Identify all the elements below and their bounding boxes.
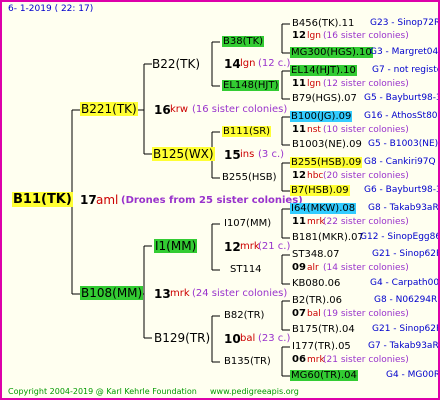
gen5-bottom-id: B175(TR).04 <box>292 324 355 335</box>
gen3-code: mrk <box>240 241 260 252</box>
gen5-bottom-origin: G6 - Bayburt98-3 <box>364 185 440 195</box>
gen5-bottom-origin: G21 - Sinop62R <box>372 324 440 334</box>
gen3-note: (3 c.) <box>258 149 285 160</box>
gen4-colony-id: B255(HSB) <box>222 172 277 183</box>
gen5-top-id: B456(TK).11 <box>292 18 355 29</box>
gen3-number: 14 <box>224 57 241 71</box>
gen5-top-origin: G16 - AthosSt80R <box>364 111 440 121</box>
gen5-code: lgn <box>307 31 321 41</box>
gen5-bottom-id: MG300(HGS).10 <box>290 47 373 58</box>
gen5-top-id: B255(HSB).09 <box>290 157 363 168</box>
gen5-number: 09 <box>292 262 306 273</box>
pedigree-frame: 6- 1-2019 ( 22: 17) B11(TK) 17 aml (Dron… <box>0 0 440 400</box>
gen5-top-origin: G7 - not registe <box>372 65 440 75</box>
gen3-number: 10 <box>224 332 241 346</box>
gen5-bottom-id: B181(MKR).07 <box>292 232 364 243</box>
gen2-number: 13 <box>154 287 171 301</box>
gen5-bottom-origin: G5 - B1003(NE) <box>368 139 439 149</box>
gen5-top-origin: G8 - Takab93aR <box>368 203 439 213</box>
gen3-code: lgn <box>240 58 256 69</box>
gen4-colony-id: ST114 <box>230 264 262 275</box>
gen5-number: 12 <box>292 30 306 41</box>
gen5-number: 11 <box>292 78 306 89</box>
gen4-colony-id: I107(MM) <box>224 218 272 229</box>
gen3-number: 12 <box>224 240 241 254</box>
gen5-bottom-id: KB080.06 <box>292 278 341 289</box>
date-stamp: 6- 1-2019 ( 22: 17) <box>8 4 94 14</box>
gen2-code: krw <box>170 104 189 115</box>
gen5-number: 06 <box>292 354 306 365</box>
gen2-code: mrk <box>170 288 190 299</box>
gen5-note: (12 sister colonies) <box>323 79 409 89</box>
gen3-note: (21 c.) <box>258 241 291 252</box>
gen5-code: nst <box>307 125 321 135</box>
gen4-colony-id: EL148(HJT) <box>222 80 280 91</box>
gen2-note: (16 sister colonies) <box>192 104 288 115</box>
gen5-bottom-origin: G3 - Margret04R <box>370 47 440 57</box>
gen5-top-origin: G7 - Takab93aR <box>368 341 439 351</box>
gen5-top-origin: G23 - Sinop72R <box>370 18 440 28</box>
gen5-code: alr <box>307 263 319 273</box>
gen3-note: (23 c.) <box>258 333 291 344</box>
gen4-colony-id: B38(TK) <box>222 36 265 47</box>
gen5-number: 11 <box>292 216 306 227</box>
gen5-bottom-id: B79(HGS).07 <box>292 93 357 104</box>
root-code: aml <box>96 193 119 207</box>
root-colony-id: B11(TK) <box>12 192 73 207</box>
gen5-top-id: EL14(HJT).10 <box>290 65 357 76</box>
gen5-number: 11 <box>292 124 306 135</box>
gen5-top-origin: G21 - Sinop62R <box>372 249 440 259</box>
gen5-bottom-origin: G4 - MG00R <box>386 370 440 380</box>
gen5-note: (19 sister colonies) <box>323 309 409 319</box>
gen2-note: (24 sister colonies) <box>192 288 288 299</box>
gen5-note: (22 sister colonies) <box>323 217 409 227</box>
gen5-bottom-origin: G4 - Carpath00R <box>370 278 440 288</box>
gen5-top-id: B100(JG).09 <box>290 111 353 122</box>
gen3-colony-id: B22(TK) <box>152 57 201 71</box>
gen3-colony-id: B125(WX) <box>152 147 215 161</box>
gen5-top-id: I177(TR).05 <box>292 341 351 352</box>
gen5-number: 07 <box>292 308 306 319</box>
gen5-number: 12 <box>292 170 306 181</box>
gen5-note: (14 sister colonies) <box>323 263 409 273</box>
gen5-code: bal <box>307 309 321 319</box>
gen5-bottom-origin: G12 - SinopEgg86R <box>360 232 440 242</box>
gen3-colony-id: B129(TR) <box>154 331 211 345</box>
gen3-code: ins <box>240 149 255 160</box>
gen5-bottom-origin: G5 - Bayburt98-3 <box>364 93 440 103</box>
copyright-text: Copyright 2004-2019 @ Karl Kehrle Founda… <box>8 387 197 396</box>
gen5-top-id: ST348.07 <box>292 249 340 260</box>
gen4-colony-id: B111(SR) <box>222 126 272 137</box>
gen3-code: bal <box>240 333 256 344</box>
gen3-number: 15 <box>224 148 241 162</box>
gen5-note: (20 sister colonies) <box>323 171 409 181</box>
gen3-colony-id: I1(MM) <box>154 239 198 253</box>
gen5-top-id: B2(TR).06 <box>292 295 342 306</box>
gen5-bottom-id: B1003(NE).09 <box>292 139 362 150</box>
gen5-code: lgn <box>307 79 321 89</box>
gen5-bottom-id: MG60(TR).04 <box>290 370 358 381</box>
gen5-note: (16 sister colonies) <box>323 31 409 41</box>
gen5-top-id: I64(MKW).08 <box>290 203 357 214</box>
gen5-note: (10 sister colonies) <box>323 125 409 135</box>
gen2-number: 16 <box>154 103 171 117</box>
site-url[interactable]: www.pedigreeapis.org <box>210 386 299 397</box>
root-note: (Drones from 25 sister colonies) <box>121 195 303 206</box>
gen5-note: (21 sister colonies) <box>323 355 409 365</box>
root-number: 17 <box>80 193 97 207</box>
gen4-colony-id: B135(TR) <box>224 356 271 367</box>
gen2-colony-id: B221(TK) <box>80 102 138 116</box>
gen2-colony-id: B108(MM) <box>80 286 144 300</box>
gen5-bottom-id: B7(HSB).09 <box>290 185 350 196</box>
gen5-top-origin: G8 - Cankiri97Q <box>364 157 436 167</box>
gen3-note: (12 c.) <box>258 58 291 69</box>
gen5-code: hbc <box>307 171 324 181</box>
gen5-top-origin: G8 - N06294R <box>374 295 438 305</box>
gen4-colony-id: B82(TR) <box>224 310 265 321</box>
